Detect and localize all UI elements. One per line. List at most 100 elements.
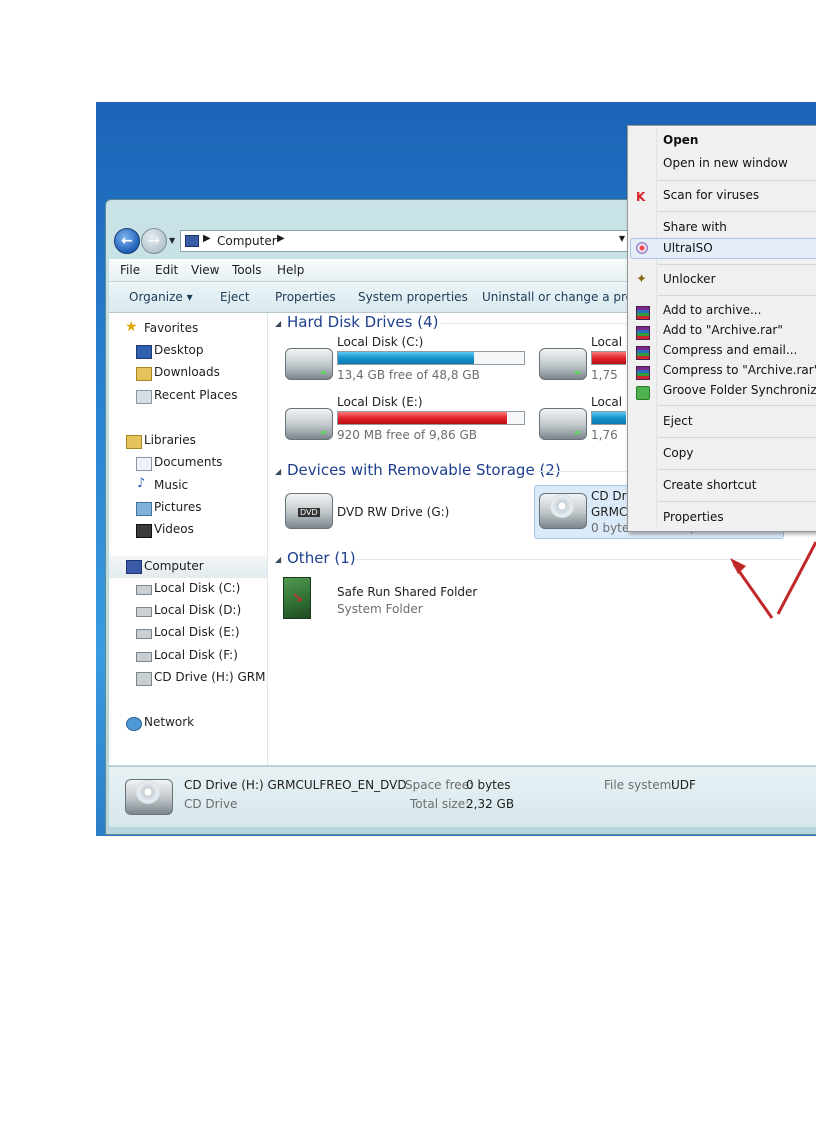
ctx-separator xyxy=(658,405,816,406)
computer-icon xyxy=(185,235,199,247)
nav-recent-places[interactable]: Recent Places xyxy=(154,388,237,402)
menu-file[interactable]: File xyxy=(120,263,140,277)
ctx-unlocker[interactable]: Unlocker xyxy=(663,272,716,286)
ctx-groove-folder-sync[interactable]: Groove Folder Synchronizatio xyxy=(663,383,816,397)
breadcrumb-chevron-icon[interactable]: ▶ xyxy=(203,233,211,244)
breadcrumb-computer[interactable]: Computer xyxy=(217,234,277,248)
winrar-icon xyxy=(636,306,650,320)
details-subtitle: CD Drive xyxy=(184,797,238,811)
ctx-add-to-archive[interactable]: Add to archive... xyxy=(663,303,761,317)
ctx-compress-and-email[interactable]: Compress and email... xyxy=(663,343,797,357)
cd-drive-icon xyxy=(539,493,587,529)
menu-edit[interactable]: Edit xyxy=(155,263,178,277)
dvd-badge: DVD xyxy=(298,508,320,517)
back-button[interactable]: ← xyxy=(114,228,140,254)
nav-documents[interactable]: Documents xyxy=(154,455,222,469)
nav-local-disk-c[interactable]: Local Disk (C:) xyxy=(154,581,240,595)
details-pane: CD Drive (H:) GRMCULFREO_EN_DVD CD Drive… xyxy=(109,766,816,827)
group-other[interactable]: Other (1) xyxy=(287,549,356,567)
total-size-value: 2,32 GB xyxy=(466,797,515,811)
videos-icon xyxy=(136,524,152,538)
cd-drive-icon xyxy=(125,779,173,815)
nav-local-disk-f[interactable]: Local Disk (F:) xyxy=(154,648,238,662)
nav-favorites[interactable]: Favorites xyxy=(144,321,198,335)
groove-icon xyxy=(636,386,650,400)
nav-desktop[interactable]: Desktop xyxy=(154,343,204,357)
total-size-label: Total size: xyxy=(410,797,470,811)
nav-network[interactable]: Network xyxy=(144,715,194,729)
computer-icon xyxy=(126,560,142,574)
menu-help[interactable]: Help xyxy=(277,263,304,277)
ctx-separator xyxy=(658,437,816,438)
nav-local-disk-e[interactable]: Local Disk (E:) xyxy=(154,625,240,639)
ctx-share-with[interactable]: Share with xyxy=(663,220,727,234)
cd-drive-h-name-line1[interactable]: CD Dr xyxy=(591,489,627,503)
menu-view[interactable]: View xyxy=(191,263,219,277)
ctx-scan-for-viruses[interactable]: Scan for viruses xyxy=(663,188,759,202)
nav-libraries[interactable]: Libraries xyxy=(144,433,196,447)
star-icon: ★ xyxy=(125,319,138,335)
winrar-icon xyxy=(636,366,650,380)
address-dropdown-icon[interactable]: ▼ xyxy=(619,234,625,243)
ctx-properties[interactable]: Properties xyxy=(663,510,724,524)
drive-c-free: 13,4 GB free of 48,8 GB xyxy=(337,368,480,382)
nav-videos[interactable]: Videos xyxy=(154,522,194,536)
breadcrumb-chevron-icon[interactable]: ▶ xyxy=(277,233,285,244)
nav-cd-drive-h[interactable]: CD Drive (H:) GRMCU xyxy=(154,670,266,684)
drive-f-free: 1,76 xyxy=(591,428,618,442)
ctx-separator xyxy=(658,211,816,212)
ctx-ultraiso[interactable]: UltraISO xyxy=(663,241,713,255)
forward-button[interactable]: → xyxy=(141,228,167,254)
recent-pages-dropdown-icon[interactable]: ▼ xyxy=(169,236,175,245)
ctx-separator xyxy=(658,264,816,265)
ctx-add-to-archive-rar[interactable]: Add to "Archive.rar" xyxy=(663,323,783,337)
annotation-arrow-line xyxy=(776,541,816,615)
ctx-compress-to-archive-rar[interactable]: Compress to "Archive.rar" an xyxy=(663,363,816,377)
nav-downloads[interactable]: Downloads xyxy=(154,365,220,379)
cd-drive-h-name-line2[interactable]: GRMC xyxy=(591,505,627,519)
file-system-label: File system: xyxy=(604,778,676,792)
forward-arrow-icon: → xyxy=(148,233,160,249)
drive-e-free: 920 MB free of 9,86 GB xyxy=(337,428,478,442)
hard-drive-icon xyxy=(539,348,587,380)
drive-f-name[interactable]: Local xyxy=(591,395,622,409)
ctx-open[interactable]: Open xyxy=(663,133,698,147)
ctx-copy[interactable]: Copy xyxy=(663,446,693,460)
system-properties-button[interactable]: System properties xyxy=(358,290,468,304)
navigation-pane: ★ Favorites Desktop Downloads Recent Pla… xyxy=(109,313,268,765)
ctx-create-shortcut[interactable]: Create shortcut xyxy=(663,478,756,492)
group-removable-storage[interactable]: Devices with Removable Storage (2) xyxy=(287,461,561,479)
nav-local-disk-d[interactable]: Local Disk (D:) xyxy=(154,603,241,617)
unlocker-wand-icon: ✦ xyxy=(636,272,647,287)
menu-tools[interactable]: Tools xyxy=(232,263,262,277)
details-title: CD Drive (H:) GRMCULFREO_EN_DVD xyxy=(184,778,407,792)
ctx-open-new-window[interactable]: Open in new window xyxy=(663,156,788,170)
nav-music[interactable]: Music xyxy=(154,478,188,492)
nav-pictures[interactable]: Pictures xyxy=(154,500,202,514)
nav-computer[interactable]: Computer xyxy=(144,559,204,573)
drive-c-name[interactable]: Local Disk (C:) xyxy=(337,335,423,349)
drive-e-name[interactable]: Local Disk (E:) xyxy=(337,395,423,409)
hard-drive-icon xyxy=(136,652,152,662)
ctx-eject[interactable]: Eject xyxy=(663,414,693,428)
organize-button[interactable]: Organize ▾ xyxy=(129,290,193,304)
drive-d-usage-bar xyxy=(591,351,626,365)
group-hard-disk-drives[interactable]: Hard Disk Drives (4) xyxy=(287,313,438,331)
address-bar[interactable]: ▶ Computer ▶ ▼ xyxy=(180,230,632,252)
space-free-value: 0 bytes xyxy=(466,778,511,792)
ctx-separator xyxy=(658,501,816,502)
collapse-triangle-icon[interactable]: ◢ xyxy=(275,467,281,476)
collapse-triangle-icon[interactable]: ◢ xyxy=(275,319,281,328)
ultraiso-icon xyxy=(636,242,648,254)
dvd-drive-g-name[interactable]: DVD RW Drive (G:) xyxy=(337,505,449,519)
drive-d-name[interactable]: Local xyxy=(591,335,622,349)
file-system-value: UDF xyxy=(671,778,696,792)
collapse-triangle-icon[interactable]: ◢ xyxy=(275,555,281,564)
hard-drive-icon xyxy=(285,348,333,380)
annotation-arrowhead xyxy=(730,558,746,574)
ctx-separator xyxy=(658,295,816,296)
space-free-label: Space free: xyxy=(405,778,474,792)
properties-button[interactable]: Properties xyxy=(275,290,336,304)
safe-run-folder-name[interactable]: Safe Run Shared Folder xyxy=(337,585,477,599)
eject-button[interactable]: Eject xyxy=(220,290,250,304)
